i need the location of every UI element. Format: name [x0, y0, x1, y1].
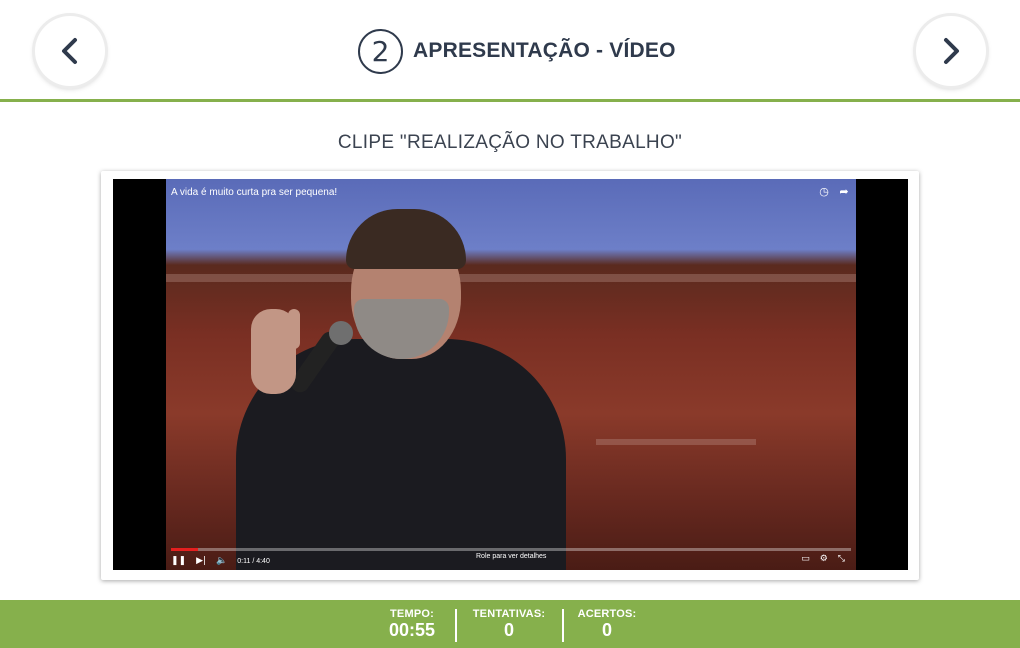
stat-tentativas-label: TENTATIVAS:	[472, 608, 546, 620]
stat-tentativas-value: 0	[503, 620, 514, 640]
video-player[interactable]: A vida é muito curta pra ser pequena! ◷ …	[113, 179, 908, 570]
exit-fullscreen-icon[interactable]: ⤡	[838, 554, 845, 564]
stat-acertos: ACERTOS: 0	[574, 608, 640, 640]
stat-tempo-label: TEMPO:	[390, 608, 434, 620]
next-button[interactable]	[916, 16, 986, 86]
video-progress-bar[interactable]	[171, 548, 851, 551]
header-divider	[0, 99, 1020, 102]
watch-later-icon[interactable]: ◷	[818, 186, 830, 198]
stat-divider	[455, 609, 457, 642]
footer-stats-bar: TEMPO: 00:55 TENTATIVAS: 0 ACERTOS: 0	[0, 600, 1020, 648]
video-title[interactable]: A vida é muito curta pra ser pequena!	[171, 187, 337, 198]
stat-acertos-value: 0	[601, 620, 612, 640]
video-time: 0:11 / 4:40	[237, 557, 270, 565]
section-subtitle: CLIPE "REALIZAÇÃO NO TRABALHO"	[337, 132, 683, 153]
video-top-controls: ◷ ➦	[818, 186, 850, 198]
step-number-badge: 2	[358, 28, 403, 74]
video-right-controls: ▭ ⚙ ⤡	[801, 554, 845, 564]
settings-icon[interactable]: ⚙	[820, 554, 828, 564]
chevron-left-icon	[62, 38, 77, 64]
speaker-hair	[346, 209, 466, 269]
header: 2 APRESENTAÇÃO - VÍDEO	[0, 0, 1020, 100]
stat-tempo: TEMPO: 00:55	[384, 608, 440, 640]
pause-icon[interactable]: ❚❚	[171, 556, 186, 566]
share-icon[interactable]: ➦	[838, 186, 850, 198]
video-frame	[166, 179, 856, 570]
stat-acertos-label: ACERTOS:	[577, 608, 637, 620]
previous-button[interactable]	[35, 16, 105, 86]
stat-divider	[562, 609, 564, 642]
scroll-hint[interactable]: Role para ver detalhes	[476, 553, 546, 560]
page-title: APRESENTAÇÃO - VÍDEO	[413, 39, 676, 62]
speaker-finger	[288, 309, 300, 349]
next-video-icon[interactable]: ▶|	[196, 556, 206, 566]
video-progress-fill	[171, 548, 199, 551]
page: 2 APRESENTAÇÃO - VÍDEO CLIPE "REALIZAÇÃO…	[0, 0, 1020, 648]
video-card: A vida é muito curta pra ser pequena! ◷ …	[101, 171, 919, 580]
wall-trim	[596, 439, 756, 445]
stat-tempo-value: 00:55	[388, 620, 436, 640]
chevron-right-icon	[944, 38, 959, 64]
stat-tentativas: TENTATIVAS: 0	[468, 608, 550, 640]
volume-icon[interactable]: 🔈	[216, 556, 227, 566]
step-title-group: 2 APRESENTAÇÃO - VÍDEO	[358, 28, 676, 74]
video-controls: ❚❚ ▶| 🔈 0:11 / 4:40 Role para ver detalh…	[171, 553, 851, 569]
microphone-head	[329, 321, 353, 345]
subtitles-icon[interactable]: ▭	[801, 554, 810, 564]
wall-trim	[166, 274, 856, 282]
